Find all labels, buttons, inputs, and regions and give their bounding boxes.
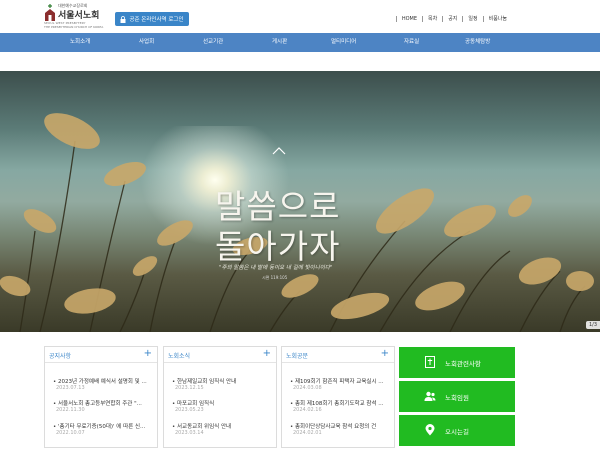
notice-box-title[interactable]: 공지사항 — [49, 351, 71, 360]
list-item-date: 2023.03.14 — [175, 430, 204, 436]
church-logo-icon — [45, 4, 55, 21]
quick-link-label: 노회관련사항 — [445, 360, 481, 368]
list-item[interactable]: • 제109회기 함존직 피택자 교육실시 ... — [290, 377, 390, 385]
official-docs-box-title[interactable]: 노회공문 — [286, 351, 308, 360]
quick-link-directions[interactable]: 오시는길 — [399, 415, 515, 446]
list-item[interactable]: • 서교동교회 위임식 안내 — [172, 422, 272, 430]
nav-item-board[interactable]: 게시판 — [272, 33, 287, 52]
list-item[interactable]: • 총회 제108회기 총회기도학교 참석 ... — [290, 399, 390, 407]
nav-item-about[interactable]: 노회소개 — [70, 33, 90, 52]
news-box-header: 노회소식 + — [164, 347, 276, 363]
list-item-date: 2024.02.01 — [293, 430, 322, 436]
list-item[interactable]: • 총회이단상담사교육 참석 요청의 건 — [290, 422, 390, 430]
hero-title-line1: 말씀으로 — [215, 187, 341, 226]
slide-counter[interactable]: 1/3 — [586, 321, 600, 329]
logo-english-sub: THE PRESBYTERIAN CHURCH OF KOREA — [44, 25, 104, 29]
hero-title: 말씀으로 돌아가자 — [215, 187, 340, 267]
login-label: 공준 온라인사역 로그인 — [129, 17, 184, 23]
list-item[interactable]: • 마포교회 임직식 — [172, 399, 272, 407]
list-item-date: 2023.07.13 — [56, 385, 85, 391]
chevron-up-icon[interactable] — [272, 147, 286, 155]
hero-banner[interactable]: 말씀으로 돌아가자 "주의 말씀은 내 발에 등이요 내 길에 빛이니이다" 시… — [0, 71, 600, 332]
list-item-date: 2022.11.30 — [56, 407, 85, 413]
site-logo[interactable]: 대한예수교장로회 서울서노회 SEOUL WEST PRESBYTERY THE… — [44, 2, 108, 30]
official-docs-box: 노회공문 + • 제109회기 함존직 피택자 교육실시 ... 2024.03… — [281, 346, 395, 448]
list-item-date: 2024.02.16 — [293, 407, 322, 413]
quick-link-label: 오시는길 — [445, 428, 469, 436]
online-login-button[interactable]: 공준 온라인사역 로그인 — [115, 12, 189, 26]
plus-icon[interactable]: + — [263, 349, 271, 359]
nav-item-ministry[interactable]: 사업회 — [139, 33, 154, 52]
plus-icon[interactable]: + — [381, 349, 389, 359]
lock-icon — [120, 15, 126, 23]
top-link-sitemap[interactable]: 목차 — [421, 16, 442, 22]
nav-item-community[interactable]: 공동체탐방 — [465, 33, 490, 52]
hero-title-line2: 돌아가자 — [215, 227, 341, 266]
utility-links: HOME 목차 공지 일정 비품나눔 — [395, 16, 512, 22]
news-box: 노회소식 + • 한남제일교회 임직식 안내 2023.12.15 • 마포교회… — [163, 346, 277, 448]
notice-box: 공지사항 + • 2023년 가정예배 예식서 설명회 및 ... 2023.0… — [44, 346, 158, 448]
list-item-date: 2022.10.07 — [56, 430, 85, 436]
quick-link-officers[interactable]: 노회임원 — [399, 381, 515, 412]
main-nav: 노회소개 사업회 선교기관 게시판 멀티미디어 자료실 공동체탐방 — [0, 33, 600, 52]
official-docs-box-header: 노회공문 + — [282, 347, 394, 363]
site-header: 대한예수교장로회 서울서노회 SEOUL WEST PRESBYTERY THE… — [0, 0, 600, 33]
nav-item-archive[interactable]: 자료실 — [404, 33, 419, 52]
list-item[interactable]: • 한남제일교회 임직식 안내 — [172, 377, 272, 385]
top-link-home[interactable]: HOME — [395, 16, 422, 22]
list-item[interactable]: • 서울서노회 총고등부연합회 주관 "... — [53, 399, 153, 407]
users-icon — [424, 391, 436, 401]
news-box-title[interactable]: 노회소식 — [168, 351, 190, 360]
hero-scripture: "주의 말씀은 내 발에 등이요 내 길에 빛이니이다" — [219, 265, 333, 271]
plus-icon[interactable]: + — [144, 349, 152, 359]
quick-link-presbytery-info[interactable]: 노회관련사항 — [399, 347, 515, 378]
list-item[interactable]: • 2023년 가정예배 예식서 설명회 및 ... — [53, 377, 153, 385]
list-item[interactable]: • '총기타 무료기증(50대)' 에 따른 신... — [53, 422, 153, 430]
book-icon — [425, 356, 435, 368]
top-link-notice[interactable]: 공지 — [442, 16, 462, 22]
notice-box-header: 공지사항 + — [45, 347, 157, 363]
top-link-share[interactable]: 비품나눔 — [482, 16, 512, 22]
list-item-date: 2023.05.23 — [175, 407, 204, 413]
nav-item-multimedia[interactable]: 멀티미디어 — [331, 33, 356, 52]
list-item-date: 2023.12.15 — [175, 385, 204, 391]
quick-link-label: 노회임원 — [445, 394, 469, 402]
hero-scripture-ref: 시편 119:105 — [262, 275, 288, 280]
nav-item-mission[interactable]: 선교기관 — [203, 33, 223, 52]
logo-name: 서울서노회 — [58, 11, 100, 21]
top-link-schedule[interactable]: 일정 — [462, 16, 482, 22]
list-item-date: 2024.03.08 — [293, 385, 322, 391]
map-pin-icon — [425, 424, 435, 436]
